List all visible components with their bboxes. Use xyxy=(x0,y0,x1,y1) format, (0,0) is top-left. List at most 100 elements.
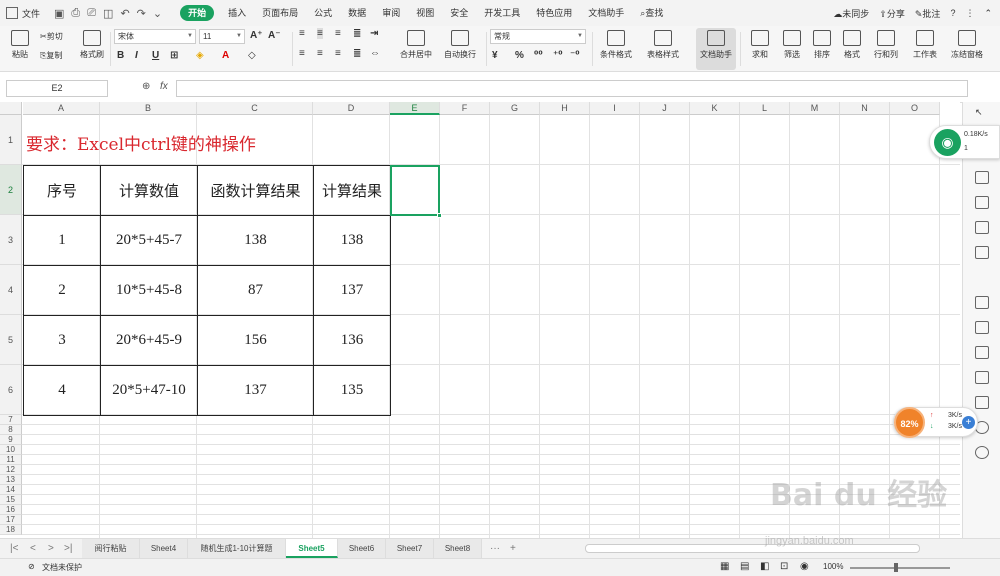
fill-handle[interactable] xyxy=(437,213,442,218)
table-cell[interactable]: 137 xyxy=(197,365,314,416)
column-header-f[interactable]: F xyxy=(440,102,490,115)
table-cell[interactable]: 156 xyxy=(197,315,314,366)
network-widget[interactable]: ◉ 0.18K/s 1 xyxy=(929,125,1000,159)
row-header-3[interactable]: 3 xyxy=(0,215,22,265)
more-icon[interactable]: ⋮ xyxy=(965,8,974,19)
zoom-icon[interactable]: ⊕ xyxy=(142,81,150,92)
indent-icon[interactable]: ⇥ xyxy=(370,28,378,39)
row-col-button[interactable]: 行和列 xyxy=(866,28,906,70)
sheet-tab[interactable]: Sheet4 xyxy=(140,539,188,558)
align-middle-icon[interactable]: ≡ xyxy=(317,28,323,39)
add-sheet-icon[interactable]: + xyxy=(510,543,516,554)
row-header-7[interactable]: 7 xyxy=(0,415,22,425)
export-pdf-icon[interactable]: ⎙ xyxy=(71,7,80,20)
sheet-tab[interactable]: Sheet7 xyxy=(386,539,434,558)
font-size-select[interactable]: 11 ▼ xyxy=(199,29,245,44)
paste-button[interactable]: 粘贴 xyxy=(2,28,38,70)
column-header-b[interactable]: B xyxy=(100,102,197,115)
customize-dropdown-icon[interactable]: ⌄ xyxy=(153,7,162,20)
align-left-icon[interactable]: ≡ xyxy=(299,48,305,59)
row-header-18[interactable]: 18 xyxy=(0,525,22,535)
column-header-a[interactable]: A xyxy=(23,102,100,115)
sheet-tab[interactable]: Sheet8 xyxy=(434,539,482,558)
share-button[interactable]: ⇪分享 xyxy=(879,7,905,20)
eye-protection-icon[interactable]: ◉ xyxy=(800,561,809,572)
column-header-i[interactable]: I xyxy=(590,102,640,115)
plus-icon[interactable]: + xyxy=(962,416,975,429)
decrease-decimal-icon[interactable]: ⁻⁰ xyxy=(570,50,580,61)
shape-icon[interactable] xyxy=(975,246,989,259)
table-cell[interactable]: 1 xyxy=(23,215,101,266)
row-header-16[interactable]: 16 xyxy=(0,505,22,515)
header-cell-index[interactable]: 序号 xyxy=(23,165,101,216)
table-cell[interactable]: 135 xyxy=(313,365,391,416)
tab-security[interactable]: 安全 xyxy=(442,0,476,26)
select-all-corner[interactable] xyxy=(0,102,22,115)
header-cell-value[interactable]: 计算数值 xyxy=(100,165,198,216)
sheet-tab[interactable]: 随机生成1-10计算题 xyxy=(188,539,286,558)
column-header-k[interactable]: K xyxy=(690,102,740,115)
row-header-5[interactable]: 5 xyxy=(0,315,22,365)
number-format-select[interactable]: 常规 ▼ xyxy=(490,29,586,44)
column-header-j[interactable]: J xyxy=(640,102,690,115)
protection-status[interactable]: 文档未保护 xyxy=(42,562,82,573)
justify-icon[interactable]: ≣ xyxy=(353,48,361,59)
print-preview-icon[interactable] xyxy=(975,346,989,359)
print-preview-icon[interactable]: ◫ xyxy=(103,7,113,20)
table-cell[interactable]: 4 xyxy=(23,365,101,416)
doc-assistant-button[interactable]: 文档助手 xyxy=(696,28,736,70)
table-cell[interactable]: 20*5+45-7 xyxy=(100,215,198,266)
column-header-g[interactable]: G xyxy=(490,102,540,115)
column-header-n[interactable]: N xyxy=(840,102,890,115)
speed-widget[interactable]: 82% ↑ ↓ 3K/s 3K/s + xyxy=(893,407,978,438)
row-header-1[interactable]: 1 xyxy=(0,115,22,165)
next-sheet-icon[interactable]: > xyxy=(48,543,54,554)
zoom-level[interactable]: 100% xyxy=(823,562,843,571)
table-cell[interactable]: 3 xyxy=(23,315,101,366)
image-icon[interactable] xyxy=(975,371,989,384)
column-header-c[interactable]: C xyxy=(197,102,313,115)
format-painter-button[interactable]: 格式刷 xyxy=(74,28,110,70)
sync-button[interactable]: ☁未同步 xyxy=(833,7,869,20)
copy-button[interactable]: ⎘复制 xyxy=(40,50,62,61)
row-header-17[interactable]: 17 xyxy=(0,515,22,525)
table-cell[interactable]: 137 xyxy=(313,265,391,316)
row-header-4[interactable]: 4 xyxy=(0,265,22,315)
row-header-6[interactable]: 6 xyxy=(0,365,22,415)
fill-color-icon[interactable]: ◈ xyxy=(196,50,204,61)
table-cell[interactable]: 87 xyxy=(197,265,314,316)
tab-page-layout[interactable]: 页面布局 xyxy=(254,0,306,26)
worksheet-button[interactable]: 工作表 xyxy=(906,28,944,70)
clear-format-icon[interactable]: ◇ xyxy=(248,50,256,61)
shrink-font-icon[interactable]: A⁻ xyxy=(268,30,281,41)
distribute-icon[interactable]: ⇔ xyxy=(370,48,380,59)
tab-doc-assistant[interactable]: 文档助手 xyxy=(580,0,632,26)
table-cell[interactable]: 10*5+45-8 xyxy=(100,265,198,316)
row-header-15[interactable]: 15 xyxy=(0,495,22,505)
save-icon[interactable]: ▣ xyxy=(54,7,64,20)
table-cell[interactable]: 20*5+47-10 xyxy=(100,365,198,416)
row-header-12[interactable]: 12 xyxy=(0,465,22,475)
bold-icon[interactable]: B xyxy=(117,50,124,61)
underline-icon[interactable]: U xyxy=(152,50,159,61)
column-header-l[interactable]: L xyxy=(740,102,790,115)
undo-icon[interactable]: ↶ xyxy=(120,7,129,20)
file-menu[interactable]: 文件 xyxy=(0,0,46,26)
row-header-10[interactable]: 10 xyxy=(0,445,22,455)
first-sheet-icon[interactable]: |< xyxy=(10,543,18,554)
selected-cell-e2[interactable] xyxy=(390,165,442,218)
row-header-2[interactable]: 2 xyxy=(0,165,22,215)
search-button[interactable]: ⌕查找 xyxy=(632,0,671,26)
header-cell-result[interactable]: 计算结果 xyxy=(313,165,391,216)
table-style-button[interactable]: 表格样式 xyxy=(640,28,686,70)
currency-icon[interactable]: ¥ xyxy=(492,50,498,61)
tab-home[interactable]: 开始 xyxy=(180,5,215,21)
table-icon[interactable] xyxy=(975,171,989,184)
row-header-11[interactable]: 11 xyxy=(0,455,22,465)
table-cell[interactable]: 2 xyxy=(23,265,101,316)
reading-mode-icon[interactable]: ⊡ xyxy=(780,561,788,572)
backup-icon[interactable] xyxy=(975,296,989,309)
normal-view-icon[interactable]: ▦ xyxy=(720,561,729,572)
export-icon[interactable] xyxy=(975,321,989,334)
grid-apps-icon[interactable] xyxy=(975,196,989,209)
